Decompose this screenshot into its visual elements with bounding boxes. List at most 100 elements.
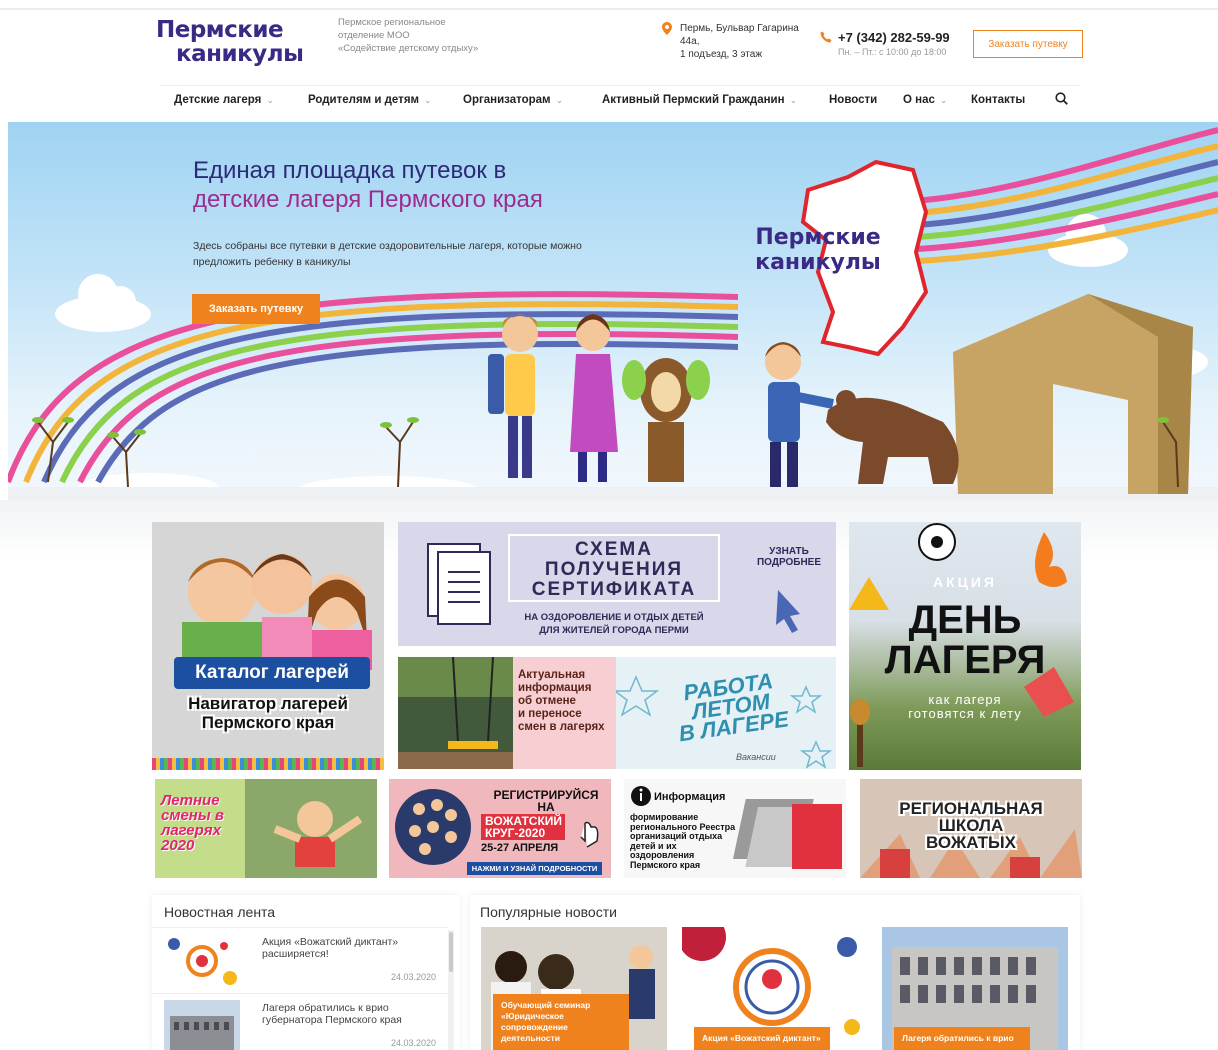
actual-line: информация (518, 682, 592, 694)
popular-card[interactable]: Обучающий семинар «Юридическое сопровожд… (481, 927, 667, 1050)
more-line: УЗНАТЬ (769, 546, 809, 557)
school-line: ВОЖАТЫХ (925, 833, 1016, 852)
chevron-down-icon: ⌄ (555, 95, 564, 105)
phone-block: +7 (342) 282-59-99 Пн. – Пт.: с 10:00 до… (820, 30, 955, 57)
info-line: Пермского края (630, 859, 701, 870)
list-item[interactable]: Акция «Вожатский диктант» расширяется! 2… (152, 927, 448, 993)
hero-title-line2: детские лагеря Пермского края (193, 186, 543, 213)
scheme-sub-line: ДЛЯ ЖИТЕЛЕЙ ГОРОДА ПЕРМИ (539, 625, 689, 636)
address-line: 1 подъезд, 3 этаж (680, 49, 763, 60)
actual-line: Актуальная (518, 669, 586, 681)
summer-work-banner[interactable]: РАБОТА ЛЕТОМ В ЛАГЕРЕ Вакансии (616, 657, 836, 769)
scheme-title: СХЕМА ПОЛУЧЕНИЯ СЕРТИФИКАТА (508, 540, 720, 600)
news-thumbnail (164, 934, 240, 988)
news-thumbnail (164, 1000, 240, 1050)
org-line: Пермское региональное (338, 17, 446, 28)
actual-line: об отмене (518, 695, 576, 707)
vacancies-label: Вакансии (736, 752, 776, 762)
camp-day-title: ДЕНЬ ЛАГЕРЯ (849, 600, 1081, 680)
school-line: ШКОЛА (938, 816, 1004, 835)
news-date: 24.03.2020 (390, 972, 436, 982)
camp-day-banner[interactable]: АКЦИЯ ДЕНЬ ЛАГЕРЯ как лагеря готовятся к… (849, 522, 1081, 770)
list-item[interactable]: Лагеря обратились к врио губернатора Пер… (152, 993, 448, 1050)
address-block: Пермь, Бульвар Гагарина 44а, 1 подъезд, … (662, 22, 802, 61)
nav-item-about[interactable]: О нас ⌄ (903, 94, 947, 106)
news-title: Акция «Вожатский диктант» расширяется! (262, 936, 399, 960)
event-line: КРУГ-2020 (485, 826, 546, 840)
catalog-banner[interactable]: Каталог лагерей Навигатор лагерей Пермск… (152, 522, 384, 770)
summer-line: Летние (161, 792, 220, 809)
event-date: 25-27 АПРЕЛЯ (481, 842, 559, 854)
nav-label: Детские лагеря (174, 94, 262, 106)
chevron-down-icon: ⌄ (789, 95, 798, 105)
scheme-subtitle: НА ОЗДОРОВЛЕНИЕ И ОТДЫХ ДЕТЕЙ ДЛЯ ЖИТЕЛЕ… (498, 611, 730, 637)
summer-line: лагерях (161, 822, 221, 839)
hero-order-button[interactable]: Заказать путевку (192, 294, 320, 324)
phone-number[interactable]: +7 (342) 282-59-99 (820, 30, 955, 45)
news-title: Лагеря обратились к врио губернатора Пер… (262, 1002, 402, 1026)
akcia-label: АКЦИЯ (932, 574, 997, 590)
popular-card-caption: Обучающий семинар «Юридическое сопровожд… (493, 994, 629, 1050)
catalog-badge: Каталог лагерей (174, 657, 370, 689)
order-voucher-button[interactable]: Заказать путевку (973, 30, 1083, 58)
hero-illustration (8, 127, 1218, 502)
counselor-school-banner[interactable]: РЕГИОНАЛЬНАЯ ШКОЛА ВОЖАТЫХ (860, 779, 1082, 878)
chevron-down-icon: ⌄ (424, 95, 432, 105)
phone-icon (820, 31, 832, 46)
certificate-scheme-banner[interactable]: СХЕМА ПОЛУЧЕНИЯ СЕРТИФИКАТА НА ОЗДОРОВЛЕ… (398, 522, 836, 646)
camp-day-subtitle: как лагеря готовятся к лету (849, 693, 1081, 721)
summer-line: смены в (161, 807, 224, 824)
actual-info-text: Актуальная информация об отмене и перено… (518, 669, 614, 734)
popular-card-caption: Акция «Вожатский диктант» (694, 1027, 830, 1050)
school-line: РЕГИОНАЛЬНАЯ (899, 799, 1043, 818)
catalog-line: Пермского края (201, 713, 335, 732)
org-description: Пермское региональное отделение МОО «Сод… (338, 16, 508, 55)
nav-label: Контакты (971, 94, 1026, 106)
main-nav: Детские лагеря ⌄ Родителям и детям ⌄ Орган… (160, 85, 1080, 115)
actual-info-banner[interactable]: Актуальная информация об отмене и перено… (398, 657, 616, 769)
nav-label: Активный Пермский Гражданин (602, 94, 785, 106)
nav-item-camps[interactable]: Детские лагеря ⌄ (174, 94, 274, 106)
camp-day-line: ДЕНЬ (908, 598, 1022, 642)
search-icon[interactable] (1055, 92, 1069, 106)
popular-card[interactable]: Лагеря обратились к врио (882, 927, 1068, 1050)
register-line: НА (537, 800, 555, 814)
hero-title: Единая площадка путевок в детские лагеря… (193, 156, 543, 214)
learn-more-label: УЗНАТЬ ПОДРОБНЕЕ (748, 546, 830, 568)
camp-day-line: ЛАГЕРЯ (884, 638, 1046, 682)
address-line: 44а, (680, 36, 700, 47)
scrollbar-thumb[interactable] (449, 932, 453, 972)
nav-item-news[interactable]: Новости (829, 94, 877, 106)
more-line: ПОДРОБНЕЕ (756, 557, 822, 568)
site-logo[interactable]: Пермские каникулы (156, 18, 306, 66)
working-hours: Пн. – Пт.: с 10:00 до 18:00 (838, 47, 947, 57)
nav-item-organizers[interactable]: Организаторам ⌄ (463, 94, 563, 106)
location-pin-icon (662, 22, 672, 38)
summer-shifts-banner[interactable]: Летние смены в лагерях 2020 (155, 779, 377, 878)
org-line: отделение МОО (338, 30, 410, 41)
registry-info-banner[interactable]: Информация формирование регионального Ре… (624, 779, 846, 878)
register-banner[interactable]: РЕГИСТРИРУЙСЯ НА ВОЖАТСКИЙ КРУГ-2020 25-… (389, 779, 611, 878)
register-title: РЕГИСТРИРУЙСЯ НА (481, 789, 611, 813)
news-feed-title: Новостная лента (164, 904, 276, 920)
nav-item-active-citizen[interactable]: Активный Пермский Гражданин ⌄ (602, 94, 797, 106)
nav-item-parents[interactable]: Родителям и детям ⌄ (308, 94, 432, 106)
color-stripe (152, 758, 384, 770)
nav-item-contacts[interactable]: Контакты (971, 94, 1025, 106)
news-feed: Новостная лента Акция «Вожатский диктант… (152, 895, 460, 1050)
hero-logo-line1: Пермские (755, 225, 881, 250)
nav-label: Организаторам (463, 94, 551, 106)
catalog-subtitle: Навигатор лагерей Пермского края (152, 694, 384, 732)
popular-card[interactable]: Акция «Вожатский диктант» (682, 927, 868, 1050)
actual-line: и переносе (518, 708, 582, 720)
hero-banner: Единая площадка путевок в детские лагеря… (8, 122, 1218, 502)
hero-logo-line2: каникулы (755, 250, 881, 275)
kids-photo (182, 554, 372, 670)
chevron-down-icon: ⌄ (266, 95, 274, 105)
hero-logo: Пермские каникулы (743, 225, 893, 275)
scrollbar[interactable] (448, 930, 454, 1050)
address-line: Пермь, Бульвар Гагарина (680, 23, 799, 34)
logo-line2: каникулы (176, 41, 304, 67)
school-title: РЕГИОНАЛЬНАЯ ШКОЛА ВОЖАТЫХ (860, 800, 1082, 851)
learn-details-button[interactable]: НАЖМИ И УЗНАЙ ПОДРОБНОСТИ (467, 862, 602, 875)
